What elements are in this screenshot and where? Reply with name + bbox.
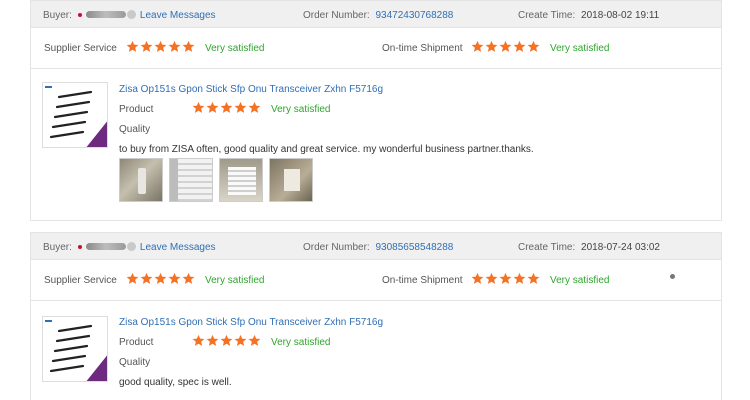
star-icon xyxy=(499,272,512,285)
review-card: Buyer: Leave Messages Order Number: 93472… xyxy=(30,0,722,221)
photo-icon xyxy=(138,168,146,194)
buyer-label: Buyer: xyxy=(43,242,72,253)
buyer-name-blurred xyxy=(85,11,126,19)
product-title-link[interactable]: Zisa Op151s Gpon Stick Sfp Onu Transceiv… xyxy=(119,84,383,95)
star-icon xyxy=(220,101,233,114)
star-icon xyxy=(182,272,195,285)
photo-icon xyxy=(170,159,178,201)
star-icon xyxy=(140,40,153,53)
supplier-service-label: Supplier Service xyxy=(44,275,117,286)
create-time-label: Create Time: xyxy=(518,10,576,21)
create-time-value: 2018-07-24 03:02 xyxy=(581,242,660,253)
product-rating-label: Product xyxy=(119,104,154,115)
star-icon xyxy=(154,272,167,285)
star-icon xyxy=(192,101,205,114)
product-title-link[interactable]: Zisa Op151s Gpon Stick Sfp Onu Transceiv… xyxy=(119,317,383,328)
star-icon xyxy=(485,272,498,285)
photo-icon xyxy=(284,169,300,191)
star-icon xyxy=(154,40,167,53)
review-header: Buyer: Leave Messages Order Number: 93085… xyxy=(31,233,721,260)
star-icon xyxy=(248,334,261,347)
order-number: Order Number: 93472430768288 xyxy=(303,10,453,21)
star-icon xyxy=(471,272,484,285)
review-card: Buyer: Leave Messages Order Number: 93085… xyxy=(30,232,722,400)
review-photo-thumbnail[interactable] xyxy=(169,158,213,202)
on-time-shipment-label: On-time Shipment xyxy=(382,275,463,286)
on-time-shipment-stars xyxy=(471,272,541,285)
supplier-service-text: Very satisfied xyxy=(205,43,265,54)
buyer-avatar-icon xyxy=(126,242,136,252)
star-icon xyxy=(499,40,512,53)
star-icon xyxy=(527,40,540,53)
order-number-label: Order Number: xyxy=(303,10,370,21)
on-time-shipment-stars xyxy=(471,40,541,53)
star-icon xyxy=(234,334,247,347)
order-number-link[interactable]: 93472430768288 xyxy=(375,10,453,21)
product-rating-label: Product xyxy=(119,337,154,348)
product-rating-stars xyxy=(192,101,262,114)
star-icon xyxy=(471,40,484,53)
product-rating-text: Very satisfied xyxy=(271,104,331,115)
order-number-link[interactable]: 93085658548288 xyxy=(375,242,453,253)
product-rating-stars xyxy=(192,334,262,347)
star-icon xyxy=(248,101,261,114)
create-time-value: 2018-08-02 19:11 xyxy=(581,10,660,21)
review-photo-thumbnail[interactable] xyxy=(219,158,263,202)
star-icon xyxy=(206,101,219,114)
review-comment: to buy from ZISA often, good quality and… xyxy=(119,144,534,155)
star-icon xyxy=(126,272,139,285)
service-ratings: Supplier Service Very satisfied On-time … xyxy=(31,261,721,301)
supplier-service-stars xyxy=(126,272,196,285)
star-icon xyxy=(168,272,181,285)
star-icon xyxy=(206,334,219,347)
review-photo-thumbnail[interactable] xyxy=(269,158,313,202)
supplier-service-stars xyxy=(126,40,196,53)
create-time: Create Time: 2018-08-02 19:11 xyxy=(518,10,659,21)
order-number: Order Number: 93085658548288 xyxy=(303,242,453,253)
star-icon xyxy=(527,272,540,285)
star-icon xyxy=(485,40,498,53)
buyer-info: Buyer: Leave Messages xyxy=(43,10,216,21)
quality-label: Quality xyxy=(119,124,151,135)
buyer-avatar-icon xyxy=(126,10,136,20)
country-flag-icon xyxy=(77,12,82,17)
star-icon xyxy=(140,272,153,285)
product-image[interactable] xyxy=(42,316,108,382)
product-rating-text: Very satisfied xyxy=(271,337,331,348)
review-photo-thumbnail[interactable] xyxy=(119,158,163,202)
star-icon xyxy=(182,40,195,53)
country-flag-icon xyxy=(77,244,82,249)
create-time-label: Create Time: xyxy=(518,242,576,253)
on-time-shipment-text: Very satisfied xyxy=(550,275,610,286)
on-time-shipment-label: On-time Shipment xyxy=(382,43,463,54)
photo-icon xyxy=(228,167,256,195)
star-icon xyxy=(220,334,233,347)
star-icon xyxy=(126,40,139,53)
create-time: Create Time: 2018-07-24 03:02 xyxy=(518,242,660,253)
star-icon xyxy=(513,40,526,53)
leave-messages-link[interactable]: Leave Messages xyxy=(140,10,216,21)
leave-messages-link[interactable]: Leave Messages xyxy=(140,242,216,253)
scroll-indicator xyxy=(670,274,675,279)
service-ratings: Supplier Service Very satisfied On-time … xyxy=(31,29,721,69)
buyer-name-blurred xyxy=(85,243,126,251)
star-icon xyxy=(192,334,205,347)
supplier-service-text: Very satisfied xyxy=(205,275,265,286)
review-comment: good quality, spec is well. xyxy=(119,377,232,388)
product-image[interactable] xyxy=(42,82,108,148)
star-icon xyxy=(168,40,181,53)
star-icon xyxy=(234,101,247,114)
on-time-shipment-text: Very satisfied xyxy=(550,43,610,54)
order-number-label: Order Number: xyxy=(303,242,370,253)
review-header: Buyer: Leave Messages Order Number: 93472… xyxy=(31,1,721,28)
buyer-label: Buyer: xyxy=(43,10,72,21)
quality-label: Quality xyxy=(119,357,151,368)
supplier-service-label: Supplier Service xyxy=(44,43,117,54)
star-icon xyxy=(513,272,526,285)
buyer-info: Buyer: Leave Messages xyxy=(43,242,216,253)
